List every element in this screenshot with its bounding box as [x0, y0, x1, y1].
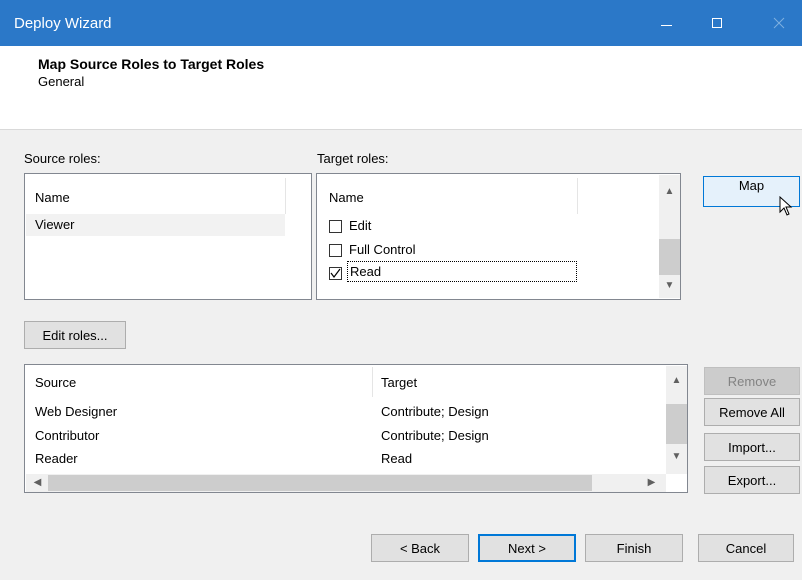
- target-name-column-header[interactable]: Name: [329, 190, 364, 205]
- edit-roles-label: Edit roles...: [42, 327, 108, 343]
- source-roles-label: Source roles:: [24, 151, 101, 166]
- maximize-icon: [712, 18, 722, 28]
- title-bar: Deploy Wizard: [0, 0, 802, 46]
- close-button[interactable]: [756, 0, 802, 46]
- remove-all-label: Remove All: [719, 404, 785, 420]
- column-divider: [372, 367, 373, 397]
- source-name-column-header[interactable]: Name: [35, 190, 70, 205]
- target-role-edit-checkbox[interactable]: [329, 220, 342, 233]
- column-divider: [577, 178, 578, 214]
- mapping-source-cell[interactable]: Web Designer: [35, 404, 117, 419]
- source-roles-list[interactable]: Name Viewer: [24, 173, 312, 300]
- scroll-right-icon[interactable]: ▶: [643, 474, 660, 491]
- mappings-vscrollbar[interactable]: ▲ ▼: [666, 366, 687, 474]
- window-title: Deploy Wizard: [14, 15, 112, 32]
- scroll-up-icon[interactable]: ▲: [668, 372, 685, 389]
- scrollbar-thumb[interactable]: [666, 404, 687, 444]
- finish-button[interactable]: Finish: [585, 534, 683, 562]
- close-icon: [773, 17, 785, 29]
- next-label: Next >: [508, 540, 546, 556]
- import-label: Import...: [728, 439, 776, 455]
- mouse-cursor-icon: [779, 196, 793, 216]
- target-roles-label: Target roles:: [317, 151, 389, 166]
- wizard-header: Map Source Roles to Target Roles General: [0, 46, 802, 129]
- target-role-fullcontrol-checkbox[interactable]: [329, 244, 342, 257]
- target-roles-vscrollbar[interactable]: ▲ ▼: [659, 175, 680, 298]
- minimize-button[interactable]: [643, 0, 689, 46]
- page-title: Map Source Roles to Target Roles: [38, 56, 265, 72]
- export-label: Export...: [727, 472, 777, 488]
- import-button[interactable]: Import...: [704, 433, 800, 461]
- scrollbar-thumb[interactable]: [48, 475, 592, 491]
- target-column-header[interactable]: Target: [381, 375, 417, 390]
- edit-roles-button[interactable]: Edit roles...: [24, 321, 126, 349]
- scrollbar-thumb[interactable]: [659, 239, 680, 275]
- column-divider: [285, 178, 286, 214]
- mapping-source-cell[interactable]: Reader: [35, 451, 78, 466]
- scroll-up-icon[interactable]: ▲: [661, 183, 678, 200]
- back-label: < Back: [399, 540, 441, 556]
- target-role-read-checkbox[interactable]: [329, 267, 342, 280]
- scroll-down-icon[interactable]: ▼: [668, 448, 685, 465]
- mapping-target-cell[interactable]: Read: [381, 451, 412, 466]
- map-button-label: Map: [738, 178, 765, 193]
- mapping-target-cell[interactable]: Contribute; Design: [381, 428, 489, 443]
- checkmark-icon: [330, 268, 341, 278]
- source-column-header[interactable]: Source: [35, 375, 76, 390]
- minimize-icon: [660, 24, 672, 26]
- target-role-read-label[interactable]: Read: [350, 264, 381, 279]
- target-roles-list[interactable]: Name Edit Full Control Read ▲ ▼: [316, 173, 681, 300]
- maximize-button[interactable]: [694, 0, 740, 46]
- cancel-button[interactable]: Cancel: [698, 534, 794, 562]
- remove-label: Remove: [727, 373, 777, 389]
- cancel-label: Cancel: [725, 540, 767, 556]
- remove-button[interactable]: Remove: [704, 367, 800, 395]
- back-button[interactable]: < Back: [371, 534, 469, 562]
- focus-rectangle: [347, 261, 577, 282]
- page-subtitle: General: [38, 74, 85, 89]
- mapping-target-cell[interactable]: Contribute; Design: [381, 404, 489, 419]
- scroll-left-icon[interactable]: ◀: [29, 474, 46, 491]
- target-role-fullcontrol-label[interactable]: Full Control: [349, 242, 415, 257]
- target-role-edit-label[interactable]: Edit: [349, 218, 371, 233]
- mappings-hscrollbar[interactable]: ◀ ▶: [26, 474, 666, 492]
- remove-all-button[interactable]: Remove All: [704, 398, 800, 426]
- mapping-source-cell[interactable]: Contributor: [35, 428, 99, 443]
- next-button[interactable]: Next >: [478, 534, 576, 562]
- finish-label: Finish: [616, 540, 652, 556]
- scroll-down-icon[interactable]: ▼: [661, 277, 678, 294]
- source-role-item[interactable]: Viewer: [35, 217, 75, 232]
- mappings-list[interactable]: Source Target Web Designer Contribute; D…: [24, 364, 688, 493]
- export-button[interactable]: Export...: [704, 466, 800, 494]
